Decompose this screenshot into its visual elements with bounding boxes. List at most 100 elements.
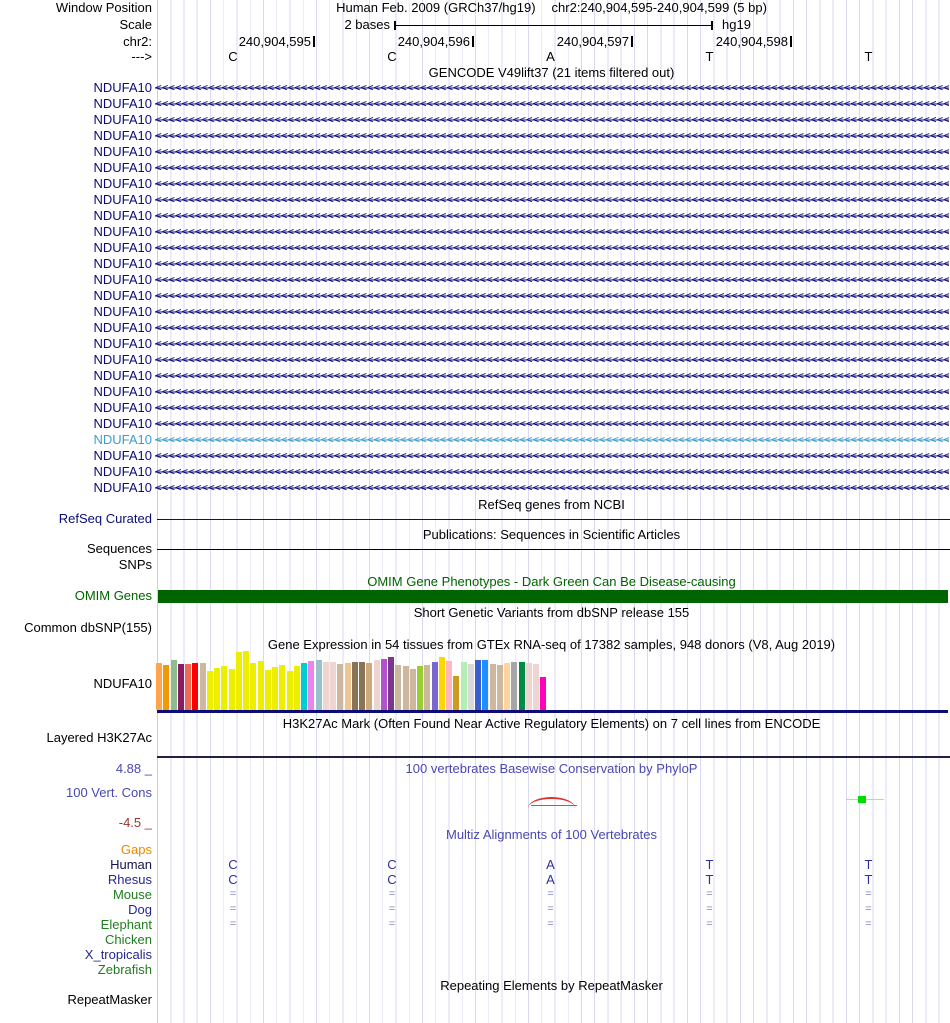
multiz-alignment-cell[interactable]: = bbox=[699, 917, 721, 932]
gtex-tissue-bar[interactable] bbox=[540, 677, 547, 710]
multiz-species-row[interactable]: Mouse = = = = = bbox=[0, 887, 950, 902]
gencode-transcript-row[interactable]: NDUFA10 <<<<<<<<<<<<<<<<<<<<<<<<<<<<<<<<<… bbox=[0, 192, 950, 208]
transcript-exon-line[interactable]: <<<<<<<<<<<<<<<<<<<<<<<<<<<<<<<<<<<<<<<<… bbox=[155, 160, 949, 176]
multiz-species-row[interactable]: Gaps bbox=[0, 842, 950, 857]
gencode-transcript-row[interactable]: NDUFA10 <<<<<<<<<<<<<<<<<<<<<<<<<<<<<<<<<… bbox=[0, 336, 950, 352]
multiz-alignment-cell[interactable]: C bbox=[222, 857, 244, 872]
gencode-transcript-label[interactable]: NDUFA10 bbox=[0, 320, 152, 336]
gencode-transcript-label[interactable]: NDUFA10 bbox=[0, 384, 152, 400]
transcript-exon-line[interactable]: <<<<<<<<<<<<<<<<<<<<<<<<<<<<<<<<<<<<<<<<… bbox=[155, 304, 949, 320]
multiz-species-label[interactable]: Elephant bbox=[0, 917, 152, 932]
gtex-gene-label[interactable]: NDUFA10 bbox=[0, 677, 152, 691]
gencode-transcript-label[interactable]: NDUFA10 bbox=[0, 96, 152, 112]
gencode-transcript-label[interactable]: NDUFA10 bbox=[0, 176, 152, 192]
transcript-exon-line[interactable]: <<<<<<<<<<<<<<<<<<<<<<<<<<<<<<<<<<<<<<<<… bbox=[155, 368, 949, 384]
publications-row[interactable]: Sequences bbox=[0, 542, 950, 556]
gencode-transcript-row[interactable]: NDUFA10 <<<<<<<<<<<<<<<<<<<<<<<<<<<<<<<<<… bbox=[0, 448, 950, 464]
transcript-exon-line[interactable]: <<<<<<<<<<<<<<<<<<<<<<<<<<<<<<<<<<<<<<<<… bbox=[155, 400, 949, 416]
gencode-transcript-label[interactable]: NDUFA10 bbox=[0, 480, 152, 496]
multiz-species-row[interactable]: Human C C A T T bbox=[0, 857, 950, 872]
multiz-species-label[interactable]: Rhesus bbox=[0, 872, 152, 887]
gtex-tissue-bar[interactable] bbox=[214, 668, 220, 710]
transcript-exon-line[interactable]: <<<<<<<<<<<<<<<<<<<<<<<<<<<<<<<<<<<<<<<<… bbox=[155, 352, 949, 368]
multiz-alignment-cell[interactable]: = bbox=[222, 917, 244, 932]
multiz-alignment-cell[interactable]: = bbox=[381, 887, 403, 902]
multiz-alignment-cell[interactable]: A bbox=[540, 872, 562, 887]
multiz-alignment-cell[interactable]: = bbox=[540, 917, 562, 932]
gencode-transcript-row[interactable]: NDUFA10 <<<<<<<<<<<<<<<<<<<<<<<<<<<<<<<<<… bbox=[0, 96, 950, 112]
transcript-exon-line[interactable]: <<<<<<<<<<<<<<<<<<<<<<<<<<<<<<<<<<<<<<<<… bbox=[155, 464, 949, 480]
gencode-transcript-row[interactable]: NDUFA10 <<<<<<<<<<<<<<<<<<<<<<<<<<<<<<<<<… bbox=[0, 464, 950, 480]
gencode-transcript-row[interactable]: NDUFA10 <<<<<<<<<<<<<<<<<<<<<<<<<<<<<<<<<… bbox=[0, 144, 950, 160]
multiz-alignment-cell[interactable]: = bbox=[858, 902, 880, 917]
transcript-exon-line[interactable]: <<<<<<<<<<<<<<<<<<<<<<<<<<<<<<<<<<<<<<<<… bbox=[155, 432, 949, 448]
gtex-tissue-bar[interactable] bbox=[156, 663, 162, 710]
gtex-tissue-bar[interactable] bbox=[446, 661, 452, 710]
gtex-tissue-bar[interactable] bbox=[388, 657, 394, 710]
gtex-tissue-bar[interactable] bbox=[460, 662, 467, 710]
gtex-tissue-bar[interactable] bbox=[228, 669, 235, 710]
gtex-tissue-bar[interactable] bbox=[322, 662, 329, 710]
multiz-species-label[interactable]: X_tropicalis bbox=[0, 947, 152, 962]
multiz-species-label[interactable]: Mouse bbox=[0, 887, 152, 902]
transcript-exon-line[interactable]: <<<<<<<<<<<<<<<<<<<<<<<<<<<<<<<<<<<<<<<<… bbox=[155, 176, 949, 192]
gencode-transcript-row[interactable]: NDUFA10 <<<<<<<<<<<<<<<<<<<<<<<<<<<<<<<<<… bbox=[0, 272, 950, 288]
transcript-exon-line[interactable]: <<<<<<<<<<<<<<<<<<<<<<<<<<<<<<<<<<<<<<<<… bbox=[155, 320, 949, 336]
gtex-tissue-bar[interactable] bbox=[185, 664, 191, 710]
multiz-alignment-cell[interactable]: = bbox=[222, 887, 244, 902]
gtex-tissue-bar[interactable] bbox=[359, 662, 365, 710]
repeatmasker-row[interactable]: RepeatMasker bbox=[0, 993, 950, 1007]
multiz-alignment-cell[interactable]: = bbox=[381, 902, 403, 917]
multiz-alignment-cell[interactable]: C bbox=[222, 872, 244, 887]
multiz-species-label[interactable]: Gaps bbox=[0, 842, 152, 857]
gtex-tissue-bar[interactable] bbox=[380, 659, 387, 710]
gencode-transcript-row[interactable]: NDUFA10 <<<<<<<<<<<<<<<<<<<<<<<<<<<<<<<<<… bbox=[0, 128, 950, 144]
gtex-tissue-bar[interactable] bbox=[337, 664, 344, 710]
transcript-exon-line[interactable]: <<<<<<<<<<<<<<<<<<<<<<<<<<<<<<<<<<<<<<<<… bbox=[155, 480, 949, 496]
gtex-tissue-bar[interactable] bbox=[489, 664, 496, 710]
transcript-exon-line[interactable]: <<<<<<<<<<<<<<<<<<<<<<<<<<<<<<<<<<<<<<<<… bbox=[155, 288, 949, 304]
gtex-tissue-bar[interactable] bbox=[525, 663, 532, 710]
gencode-transcript-row[interactable]: NDUFA10 <<<<<<<<<<<<<<<<<<<<<<<<<<<<<<<<<… bbox=[0, 112, 950, 128]
multiz-alignment-cell[interactable]: = bbox=[699, 902, 721, 917]
multiz-alignment-cell[interactable]: = bbox=[858, 887, 880, 902]
gtex-tissue-bar[interactable] bbox=[496, 665, 503, 710]
multiz-species-row[interactable]: Rhesus C C A T T bbox=[0, 872, 950, 887]
gtex-tissue-bar[interactable] bbox=[293, 666, 300, 710]
transcript-exon-line[interactable]: <<<<<<<<<<<<<<<<<<<<<<<<<<<<<<<<<<<<<<<<… bbox=[155, 192, 949, 208]
gencode-transcript-row[interactable]: NDUFA10 <<<<<<<<<<<<<<<<<<<<<<<<<<<<<<<<<… bbox=[0, 432, 950, 448]
gencode-transcript-label[interactable]: NDUFA10 bbox=[0, 240, 152, 256]
gtex-tissue-bar[interactable] bbox=[221, 666, 228, 710]
gencode-transcript-label[interactable]: NDUFA10 bbox=[0, 448, 152, 464]
transcript-exon-line[interactable]: <<<<<<<<<<<<<<<<<<<<<<<<<<<<<<<<<<<<<<<<… bbox=[155, 416, 949, 432]
transcript-exon-line[interactable]: <<<<<<<<<<<<<<<<<<<<<<<<<<<<<<<<<<<<<<<<… bbox=[155, 448, 949, 464]
multiz-alignment-cell[interactable]: = bbox=[381, 917, 403, 932]
gencode-transcript-label[interactable]: NDUFA10 bbox=[0, 368, 152, 384]
multiz-alignment-cell[interactable]: = bbox=[222, 902, 244, 917]
gencode-transcript-label[interactable]: NDUFA10 bbox=[0, 128, 152, 144]
gtex-tissue-bar[interactable] bbox=[533, 664, 539, 710]
gencode-transcript-row[interactable]: NDUFA10 <<<<<<<<<<<<<<<<<<<<<<<<<<<<<<<<<… bbox=[0, 160, 950, 176]
gencode-transcript-label[interactable]: NDUFA10 bbox=[0, 336, 152, 352]
gtex-tissue-bar[interactable] bbox=[206, 671, 213, 710]
transcript-exon-line[interactable]: <<<<<<<<<<<<<<<<<<<<<<<<<<<<<<<<<<<<<<<<… bbox=[155, 128, 949, 144]
gencode-transcript-row[interactable]: NDUFA10 <<<<<<<<<<<<<<<<<<<<<<<<<<<<<<<<<… bbox=[0, 320, 950, 336]
gencode-transcript-row[interactable]: NDUFA10 <<<<<<<<<<<<<<<<<<<<<<<<<<<<<<<<<… bbox=[0, 304, 950, 320]
transcript-exon-line[interactable]: <<<<<<<<<<<<<<<<<<<<<<<<<<<<<<<<<<<<<<<<… bbox=[155, 112, 949, 128]
transcript-exon-line[interactable]: <<<<<<<<<<<<<<<<<<<<<<<<<<<<<<<<<<<<<<<<… bbox=[155, 96, 949, 112]
gtex-tissue-bar[interactable] bbox=[163, 665, 170, 710]
transcript-exon-line[interactable]: <<<<<<<<<<<<<<<<<<<<<<<<<<<<<<<<<<<<<<<<… bbox=[155, 208, 949, 224]
sequences-label[interactable]: Sequences bbox=[0, 542, 152, 556]
gtex-tissue-bar[interactable] bbox=[308, 661, 315, 710]
gencode-transcript-row[interactable]: NDUFA10 <<<<<<<<<<<<<<<<<<<<<<<<<<<<<<<<<… bbox=[0, 384, 950, 400]
gtex-tissue-bar[interactable] bbox=[424, 665, 431, 710]
gtex-tissue-bar[interactable] bbox=[409, 669, 416, 710]
gencode-transcript-row[interactable]: NDUFA10 <<<<<<<<<<<<<<<<<<<<<<<<<<<<<<<<<… bbox=[0, 368, 950, 384]
gtex-tissue-bar[interactable] bbox=[402, 666, 409, 710]
gtex-tissue-bar[interactable] bbox=[511, 662, 518, 710]
gtex-tissue-bar[interactable] bbox=[467, 664, 474, 710]
multiz-alignment-cell[interactable]: C bbox=[381, 857, 403, 872]
multiz-alignment-cell[interactable]: = bbox=[858, 917, 880, 932]
vert-cons-label[interactable]: 100 Vert. Cons bbox=[0, 786, 152, 800]
multiz-species-row[interactable]: Chicken bbox=[0, 932, 950, 947]
